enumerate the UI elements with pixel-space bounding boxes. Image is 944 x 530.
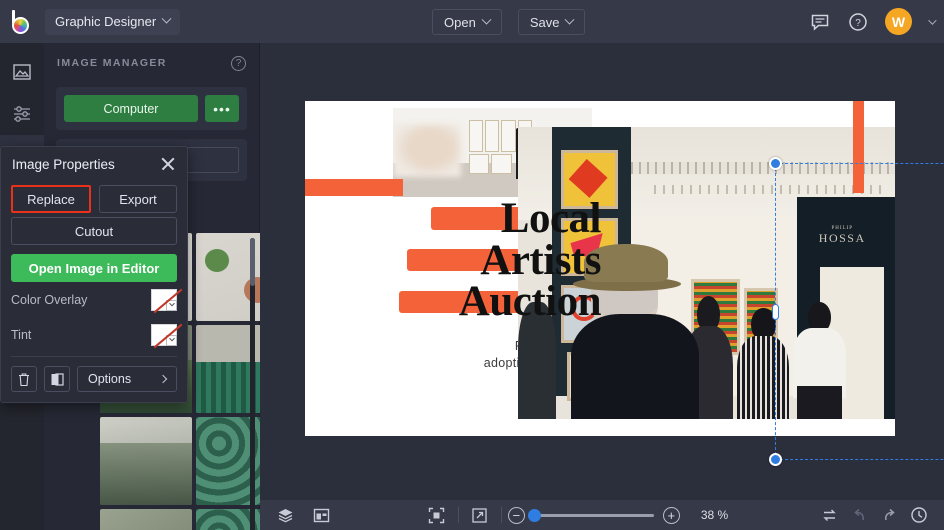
sidebar-item-edit[interactable] xyxy=(0,93,44,135)
chevron-down-icon[interactable] xyxy=(166,300,177,311)
layers-icon[interactable] xyxy=(270,500,300,530)
replace-button[interactable]: Replace xyxy=(11,185,91,213)
history-clock-icon[interactable] xyxy=(904,500,934,530)
fullscreen-icon[interactable] xyxy=(465,500,495,530)
options-button-label: Options xyxy=(88,372,131,386)
color-overlay-label: Color Overlay xyxy=(11,293,87,307)
chevron-down-icon xyxy=(162,14,172,24)
panel-title: IMAGE MANAGER xyxy=(57,57,167,69)
fit-to-screen-icon[interactable] xyxy=(422,500,452,530)
popup-title: Image Properties xyxy=(12,157,115,172)
image-source-box: Computer ••• xyxy=(56,87,247,130)
zoom-slider-knob[interactable] xyxy=(528,509,541,522)
open-image-in-editor-button[interactable]: Open Image in Editor xyxy=(11,254,177,282)
poster-title-line-2: Artists xyxy=(480,237,601,284)
app-logo[interactable] xyxy=(0,0,43,43)
gallery-visitor xyxy=(737,308,790,419)
list-item[interactable] xyxy=(100,509,192,530)
list-item[interactable] xyxy=(100,417,192,505)
resize-handle-bottom-left[interactable] xyxy=(769,453,782,466)
account-chevron-down-icon[interactable] xyxy=(928,16,936,24)
open-button-label: Open xyxy=(444,15,476,30)
scrollbar-thumb[interactable] xyxy=(250,238,255,286)
computer-button-label: Computer xyxy=(104,102,159,116)
tint-swatch[interactable] xyxy=(151,324,177,346)
document-title-label: Graphic Designer xyxy=(55,14,156,29)
duplicate-button[interactable] xyxy=(44,366,70,392)
open-editor-label: Open Image in Editor xyxy=(29,261,160,276)
toolbar-divider xyxy=(458,507,459,523)
panel-help-icon[interactable]: ? xyxy=(231,56,246,71)
chat-icon[interactable] xyxy=(809,11,831,33)
popup-tool-row: Options xyxy=(1,366,187,392)
computer-upload-button[interactable]: Computer xyxy=(64,95,198,122)
photo-frame-row-2 xyxy=(469,154,513,174)
swap-icon[interactable] xyxy=(814,500,844,530)
zoom-level-value: 38 % xyxy=(701,508,728,522)
bottom-toolbar: − + 38 % xyxy=(260,500,944,530)
zoom-controls: − + 38 % xyxy=(508,507,728,524)
zoom-slider[interactable] xyxy=(534,514,654,517)
poster-title-line-1: Local xyxy=(501,195,601,242)
zoom-in-button[interactable]: + xyxy=(663,507,680,524)
toolbar-divider xyxy=(501,507,502,523)
undo-icon[interactable] xyxy=(844,500,874,530)
tint-label: Tint xyxy=(11,328,31,342)
poster-accent-bar-left xyxy=(305,179,403,196)
panel-scrollbar[interactable] xyxy=(250,238,255,530)
cutout-button-label: Cutout xyxy=(75,224,113,239)
export-button[interactable]: Export xyxy=(99,185,177,213)
poster-accent-bar-right xyxy=(853,101,864,193)
save-button[interactable]: Save xyxy=(518,9,586,35)
help-icon[interactable]: ? xyxy=(847,11,869,33)
options-button[interactable]: Options xyxy=(77,366,177,392)
panel-header: IMAGE MANAGER ? xyxy=(44,43,259,83)
logo-color-wheel-icon xyxy=(12,17,29,34)
chevron-down-icon xyxy=(481,14,491,24)
gallery-sign-large: HOSSA xyxy=(797,231,887,246)
popup-divider xyxy=(11,356,177,357)
export-button-label: Export xyxy=(119,192,157,207)
more-sources-label: ••• xyxy=(213,101,231,117)
svg-text:?: ? xyxy=(855,18,861,29)
chevron-right-icon xyxy=(159,375,167,383)
top-bar: Graphic Designer Open Save xyxy=(0,0,944,43)
chevron-down-icon xyxy=(565,14,575,24)
close-icon[interactable] xyxy=(160,156,176,172)
more-sources-button[interactable]: ••• xyxy=(205,95,239,122)
redo-icon[interactable] xyxy=(874,500,904,530)
zoom-out-button[interactable]: − xyxy=(508,507,525,524)
replace-button-label: Replace xyxy=(27,192,75,207)
sidebar-item-image[interactable] xyxy=(0,51,44,93)
color-overlay-row: Color Overlay xyxy=(1,282,187,317)
canvas-area[interactable]: Local Artists Auction Raising animal ado… xyxy=(260,43,944,500)
poster-title-line-3: Auction xyxy=(459,278,601,325)
cutout-button[interactable]: Cutout xyxy=(11,217,177,245)
app-root: Graphic Designer Open Save xyxy=(0,0,944,530)
photo-blur-area xyxy=(393,124,461,177)
template-icon[interactable] xyxy=(306,500,336,530)
document-title-dropdown[interactable]: Graphic Designer xyxy=(45,9,180,35)
chevron-down-icon[interactable] xyxy=(166,335,177,346)
tint-row: Tint xyxy=(1,317,187,352)
open-button[interactable]: Open xyxy=(432,9,502,35)
design-canvas[interactable]: Local Artists Auction Raising animal ado… xyxy=(305,101,895,436)
gallery-wall-sign: PHILIP HOSSA xyxy=(797,226,887,246)
popup-header: Image Properties xyxy=(1,147,187,181)
poster-title[interactable]: Local Artists Auction xyxy=(401,198,601,323)
cutout-row: Cutout xyxy=(1,217,187,245)
color-overlay-swatch[interactable] xyxy=(151,289,177,311)
gallery-visitor xyxy=(793,302,846,419)
avatar-initial: W xyxy=(892,14,905,30)
replace-export-row: Replace Export xyxy=(1,185,187,213)
save-button-label: Save xyxy=(530,15,560,30)
file-actions: Open Save xyxy=(432,9,585,35)
top-bar-right: ? W xyxy=(809,0,934,43)
user-avatar[interactable]: W xyxy=(885,8,912,35)
delete-button[interactable] xyxy=(11,366,37,392)
image-properties-popup: Image Properties Replace Export Cutout O… xyxy=(0,146,188,403)
